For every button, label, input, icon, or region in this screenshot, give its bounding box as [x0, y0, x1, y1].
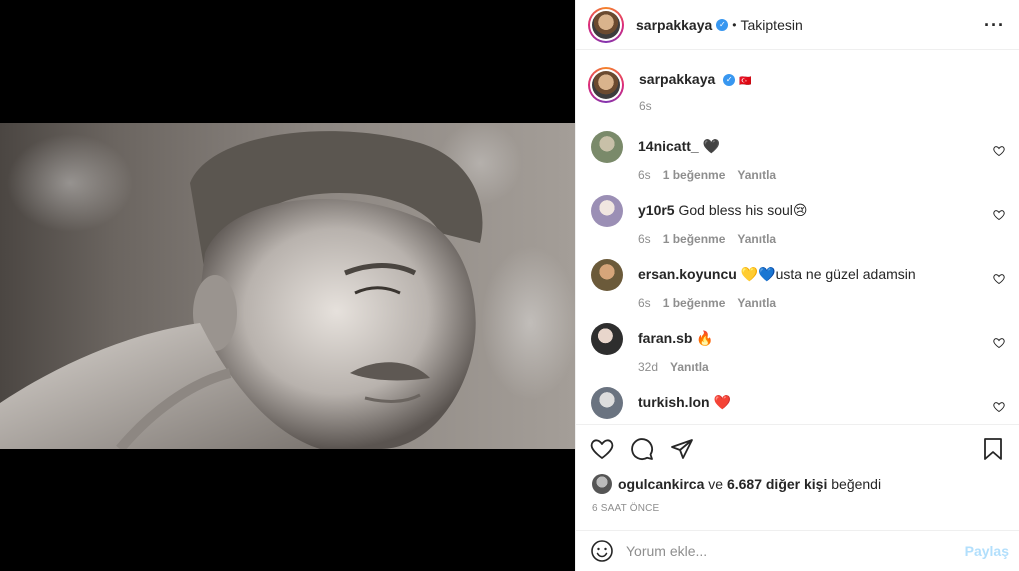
- likes-suffix: beğendi: [831, 476, 882, 492]
- reply-button[interactable]: Yanıtla: [737, 168, 776, 182]
- header-separator: •: [732, 17, 737, 32]
- verified-badge-icon: ✓: [723, 74, 736, 87]
- author-username[interactable]: sarpakkaya: [636, 17, 712, 33]
- post-time-ago[interactable]: 6 SAAT ÖNCE: [592, 503, 659, 514]
- comment-item: ersan.koyuncu 💛💙usta ne güzel adamsin 6s…: [588, 259, 1007, 323]
- like-comment-heart-icon[interactable]: [993, 209, 1005, 221]
- comment-icon[interactable]: [630, 437, 654, 461]
- comment-username[interactable]: faran.sb: [638, 330, 692, 346]
- comment-text: ❤️: [713, 394, 731, 410]
- caption: sarpakkaya ✓ 🇹🇷 6s: [588, 67, 1007, 131]
- caption-avatar[interactable]: [588, 67, 624, 103]
- comment-username[interactable]: 14nicatt_: [638, 138, 699, 154]
- post-comment-button[interactable]: Paylaş: [965, 543, 1009, 559]
- comment-item: 14nicatt_ 🖤 6s 1 beğenme Yanıtla: [588, 131, 1007, 195]
- post-photo[interactable]: [0, 123, 575, 449]
- portrait-photo: [0, 131, 483, 449]
- author-avatar[interactable]: [588, 6, 624, 43]
- comment-likes[interactable]: 1 beğenme: [663, 168, 726, 182]
- likes-count[interactable]: 6.687 diğer kişi: [727, 476, 827, 492]
- comment-username[interactable]: ersan.koyuncu: [638, 266, 737, 282]
- share-icon[interactable]: [670, 437, 694, 461]
- post-header: sarpakkaya ✓ • Takiptesin ···: [576, 0, 1019, 50]
- comment-item: turkish.lon ❤️: [588, 387, 1007, 424]
- comment-time[interactable]: 6s: [638, 232, 651, 246]
- reply-button[interactable]: Yanıtla: [737, 296, 776, 310]
- comment-username[interactable]: y10r5: [638, 202, 675, 218]
- caption-username[interactable]: sarpakkaya: [639, 71, 715, 87]
- comment-text: 💛💙usta ne güzel adamsin: [740, 266, 916, 282]
- commenter-avatar[interactable]: [591, 259, 623, 291]
- commenter-avatar[interactable]: [591, 323, 623, 355]
- reply-button[interactable]: Yanıtla: [737, 232, 776, 246]
- comment-text: 🖤: [702, 138, 721, 154]
- likes-summary: ogulcankirca ve 6.687 diğer kişi beğendi: [592, 474, 881, 494]
- commenter-avatar[interactable]: [591, 131, 623, 163]
- like-comment-heart-icon[interactable]: [993, 273, 1005, 285]
- reply-button[interactable]: Yanıtla: [670, 360, 709, 374]
- caption-time: 6s: [639, 99, 652, 113]
- heart-icon[interactable]: [590, 437, 614, 461]
- comment-time[interactable]: 6s: [638, 296, 651, 310]
- comment-input[interactable]: [626, 543, 965, 559]
- like-comment-heart-icon[interactable]: [993, 145, 1005, 157]
- bookmark-icon[interactable]: [981, 437, 1005, 461]
- follow-status[interactable]: Takiptesin: [741, 17, 803, 33]
- post-actions-bar: [576, 424, 1019, 472]
- comments-list[interactable]: sarpakkaya ✓ 🇹🇷 6s 14nicatt_ 🖤 6s 1 beğen…: [576, 51, 1019, 424]
- add-comment-bar: Paylaş: [576, 530, 1019, 571]
- comment-text: God bless his soul😢: [678, 202, 808, 218]
- commenter-avatar[interactable]: [591, 387, 623, 419]
- liker-username[interactable]: ogulcankirca: [618, 476, 704, 492]
- comment-time[interactable]: 32d: [638, 360, 658, 374]
- comment-likes[interactable]: 1 beğenme: [663, 296, 726, 310]
- comment-text: 🔥: [696, 330, 714, 346]
- likes-connector: ve: [708, 476, 724, 492]
- caption-text: 🇹🇷: [739, 76, 752, 87]
- comment-item: faran.sb 🔥 32d Yanıtla: [588, 323, 1007, 387]
- verified-badge-icon: ✓: [716, 18, 729, 31]
- like-comment-heart-icon[interactable]: [993, 337, 1005, 349]
- comment-likes[interactable]: 1 beğenme: [663, 232, 726, 246]
- commenter-avatar[interactable]: [591, 195, 623, 227]
- emoji-icon[interactable]: [590, 539, 614, 563]
- liker-avatar[interactable]: [592, 474, 612, 494]
- comment-item: y10r5 God bless his soul😢 6s 1 beğenme Yan…: [588, 195, 1007, 259]
- post-media: [0, 0, 575, 571]
- post-side-panel: sarpakkaya ✓ • Takiptesin ··· sarpakkaya…: [575, 0, 1019, 571]
- like-comment-heart-icon[interactable]: [993, 401, 1005, 413]
- comment-username[interactable]: turkish.lon: [638, 394, 710, 410]
- comment-time[interactable]: 6s: [638, 168, 651, 182]
- more-options-icon[interactable]: ···: [984, 16, 1005, 34]
